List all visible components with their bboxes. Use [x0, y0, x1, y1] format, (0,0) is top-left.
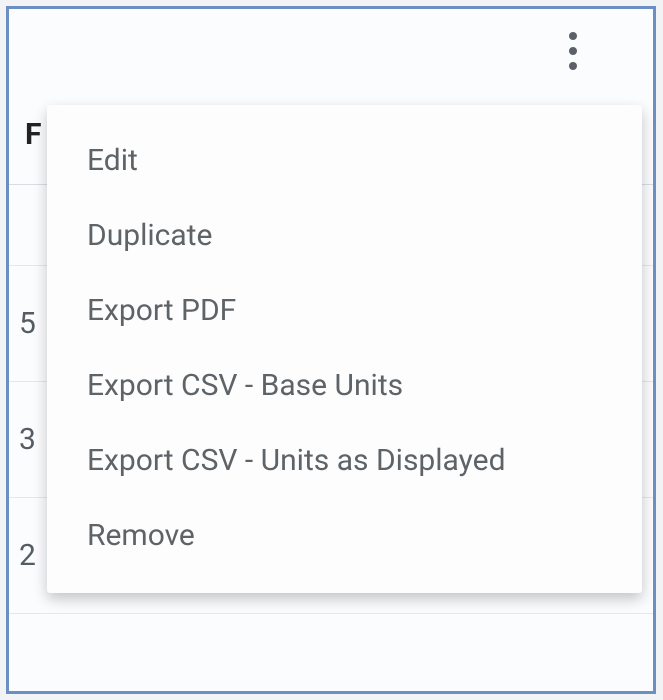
table-column-header-text: F — [25, 117, 41, 152]
table-cell-value: 2 — [19, 538, 36, 573]
kebab-icon — [569, 47, 577, 55]
menu-item-export-csv-displayed[interactable]: Export CSV - Units as Displayed — [47, 423, 642, 498]
menu-item-edit[interactable]: Edit — [47, 123, 642, 198]
context-menu: Edit Duplicate Export PDF Export CSV - B… — [47, 105, 642, 593]
kebab-icon — [569, 32, 577, 40]
kebab-icon — [569, 62, 577, 70]
app-frame: F 5 3 2 Edit Duplicate Export PDF Export… — [6, 6, 656, 694]
menu-item-export-csv-base[interactable]: Export CSV - Base Units — [47, 348, 642, 423]
table-cell-value: 3 — [19, 422, 36, 457]
menu-item-export-pdf[interactable]: Export PDF — [47, 273, 642, 348]
menu-item-duplicate[interactable]: Duplicate — [47, 198, 642, 273]
more-options-button[interactable] — [549, 23, 597, 79]
menu-item-remove[interactable]: Remove — [47, 498, 642, 573]
table-cell-value: 5 — [19, 306, 36, 341]
